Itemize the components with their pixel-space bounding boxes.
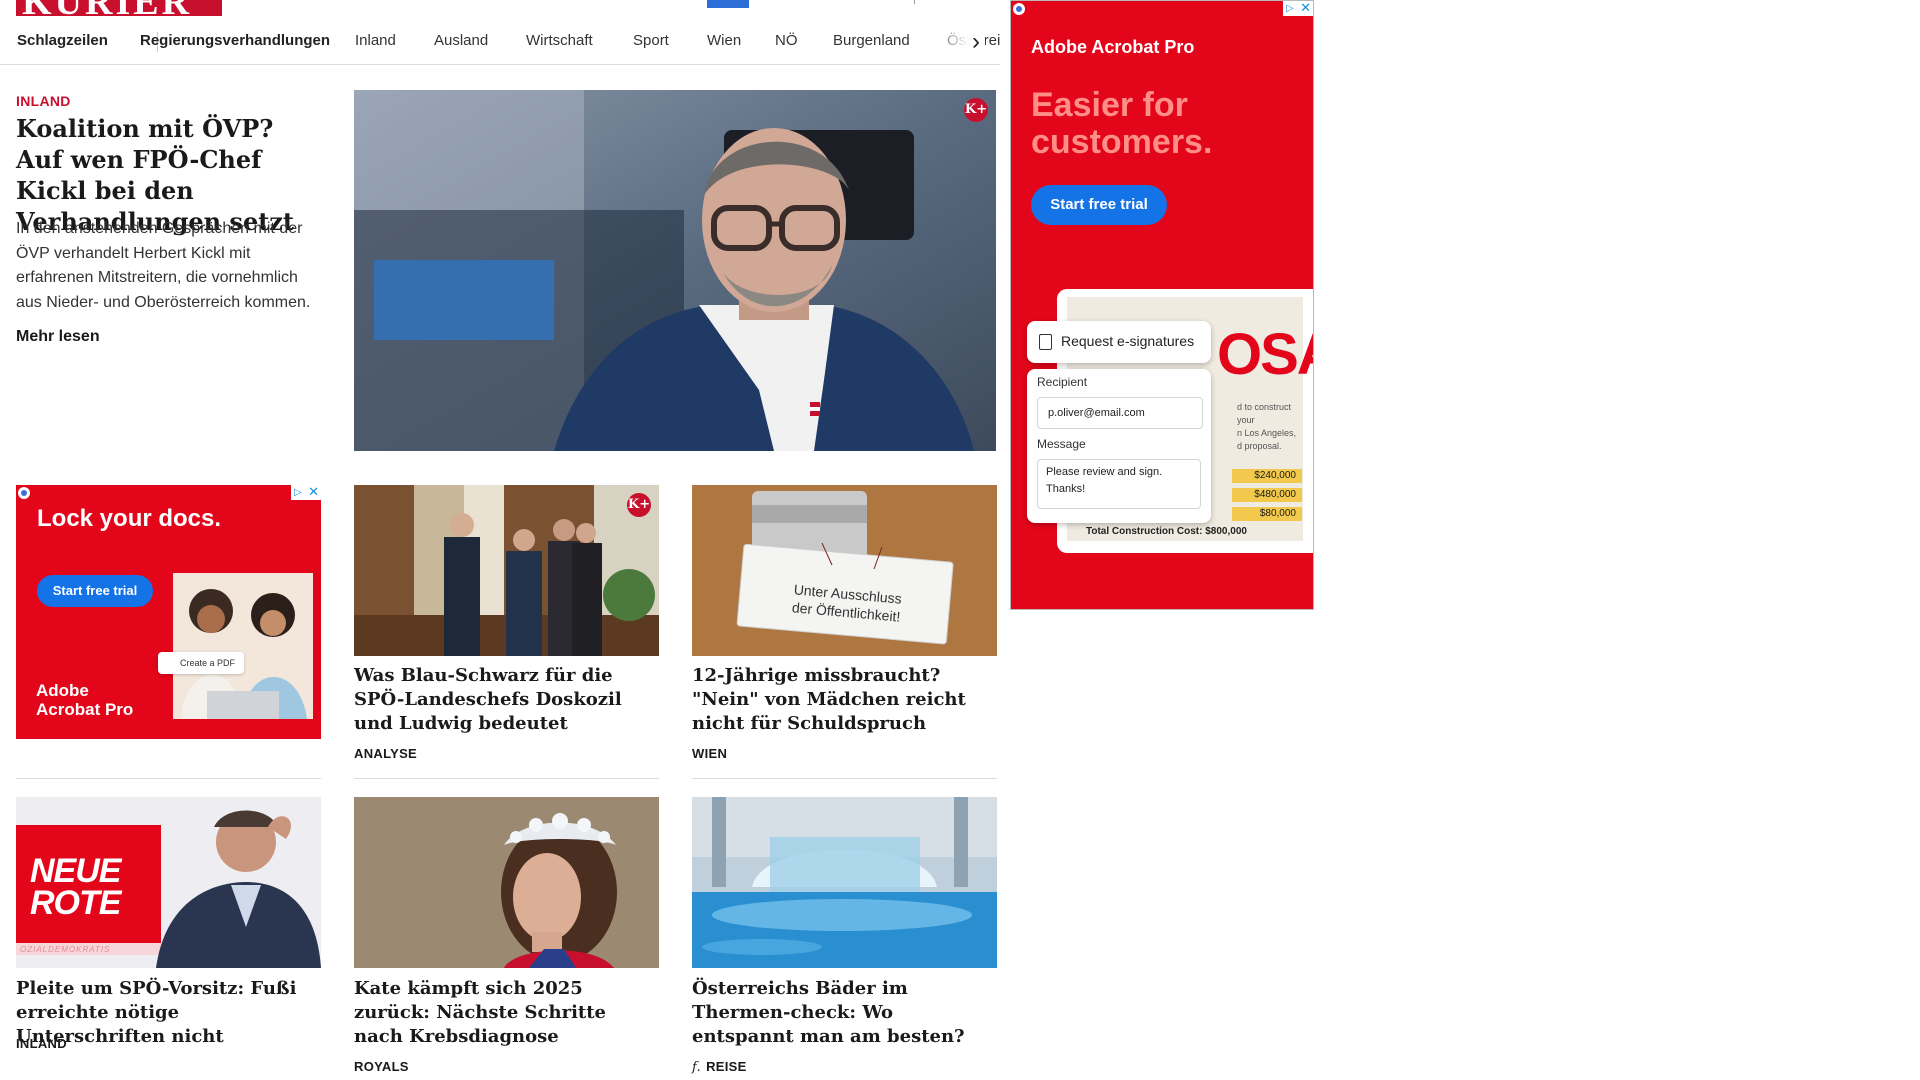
section-nav: Schlagzeilen Regierungsverhandlungen Inl…: [0, 20, 1000, 65]
ad-banner-right[interactable]: ▷ ✕ Adobe Acrobat Pro Easier for custome…: [1010, 0, 1314, 610]
header-accent: [707, 0, 749, 8]
ad-esign-form: Recipient p.oliver@email.com Message Ple…: [1027, 369, 1211, 523]
card-category[interactable]: f. REISE: [692, 1059, 747, 1075]
document-icon: [1039, 334, 1052, 350]
adchoices-icon[interactable]: ▷: [1286, 3, 1294, 14]
card-category[interactable]: ROYALS: [354, 1059, 409, 1074]
card-image[interactable]: [354, 797, 659, 968]
ad-info-icon[interactable]: [18, 487, 30, 499]
ad-brand: Adobe Acrobat Pro: [36, 681, 134, 719]
card-category-label: REISE: [706, 1059, 747, 1074]
ad-headline: Lock your docs.: [37, 505, 222, 532]
ad-choices[interactable]: ▷ ✕: [1283, 1, 1313, 16]
ad-create-pdf-chip: Create a PDF: [158, 652, 244, 674]
card-category[interactable]: WIEN: [692, 746, 727, 761]
nav-item-wien[interactable]: Wien: [707, 32, 741, 49]
card-banner-subtext: OZIALDEMOKRATIS: [20, 945, 111, 954]
card-headline[interactable]: Österreichs Bäder im Thermen-check: Wo e…: [692, 977, 997, 1049]
card-banner-text: NEUE ROTE: [30, 852, 121, 922]
nav-item-inland[interactable]: Inland: [355, 32, 396, 49]
ad-banner-left[interactable]: ▷ ✕ Lock your docs. Start free trial Cre…: [16, 485, 321, 739]
card-photo-illustration: [354, 485, 659, 656]
card-headline[interactable]: Kate kämpft sich 2025 zurück: Nächste Sc…: [354, 977, 659, 1049]
card-image[interactable]: K+: [354, 485, 659, 656]
nav-item-wirtschaft[interactable]: Wirtschaft: [526, 32, 593, 49]
card-photo-illustration: [692, 485, 997, 656]
feuilleton-icon: f.: [692, 1060, 702, 1075]
card-photo-illustration: [692, 797, 997, 968]
ad-esign-header: Request e-signatures: [1027, 321, 1211, 363]
ad-recipient-field: p.oliver@email.com: [1037, 397, 1203, 429]
divider: [16, 778, 321, 779]
lead-kicker[interactable]: INLAND: [16, 93, 71, 109]
ad-info-icon[interactable]: [1013, 3, 1025, 15]
card-headline[interactable]: 12-Jährige missbraucht? "Nein" von Mädch…: [692, 664, 997, 736]
premium-badge: K+: [627, 493, 651, 517]
nav-item-noe[interactable]: NÖ: [775, 32, 798, 49]
ad-cta-button[interactable]: Start free trial: [37, 575, 153, 607]
ad-document-title: OSAL: [1217, 322, 1313, 387]
lead-photo-illustration: [354, 90, 996, 451]
divider: [692, 778, 997, 779]
header-divider: [914, 0, 915, 4]
card-image[interactable]: [692, 797, 997, 968]
ad-people-illustration: [173, 573, 313, 719]
ad-amounts: $240,000 $480,000 $80,000: [1232, 469, 1302, 521]
nav-item-sport[interactable]: Sport: [633, 32, 669, 49]
ad-total: Total Construction Cost: $800,000: [1086, 526, 1247, 537]
card-image[interactable]: NEUE ROTE OZIALDEMOKRATIS: [16, 797, 321, 968]
ad-headline: Easier for customers.: [1031, 86, 1213, 161]
lead-image[interactable]: K+: [354, 90, 996, 451]
close-icon[interactable]: ✕: [308, 485, 319, 499]
kurier-logo[interactable]: KURIER: [16, 0, 222, 16]
read-more-link[interactable]: Mehr lesen: [16, 328, 100, 346]
nav-item-regierungsverhandlungen[interactable]: Regierungsverhandlungen: [140, 32, 330, 49]
ad-choices[interactable]: ▷ ✕: [291, 485, 321, 500]
ad-document-text: d to construct your n Los Angeles, d pro…: [1237, 402, 1297, 451]
card-photo-illustration: [354, 797, 659, 968]
lead-teaser: In den anstehenden Gesprächen mit der ÖV…: [16, 220, 311, 311]
chevron-right-icon[interactable]: ›: [972, 28, 980, 56]
ad-brand: Adobe Acrobat Pro: [1031, 37, 1195, 57]
adchoices-icon[interactable]: ▷: [294, 487, 302, 498]
close-icon[interactable]: ✕: [1300, 1, 1311, 15]
card-image[interactable]: Unter Ausschluss der Öffentlichkeit!: [692, 485, 997, 656]
card-headline[interactable]: Was Blau-Schwarz für die SPÖ-Landeschefs…: [354, 664, 659, 736]
card-category[interactable]: ANALYSE: [354, 746, 417, 761]
nav-item-burgenland[interactable]: Burgenland: [833, 32, 910, 49]
divider: [354, 778, 659, 779]
premium-badge: K+: [964, 98, 988, 122]
ad-message-field: Please review and sign. Thanks!: [1037, 459, 1201, 509]
ad-cta-button[interactable]: Start free trial: [1031, 185, 1167, 225]
nav-item-schlagzeilen[interactable]: Schlagzeilen: [17, 32, 108, 49]
nav-item-ausland[interactable]: Ausland: [434, 32, 488, 49]
card-category[interactable]: INLAND: [16, 1036, 67, 1051]
